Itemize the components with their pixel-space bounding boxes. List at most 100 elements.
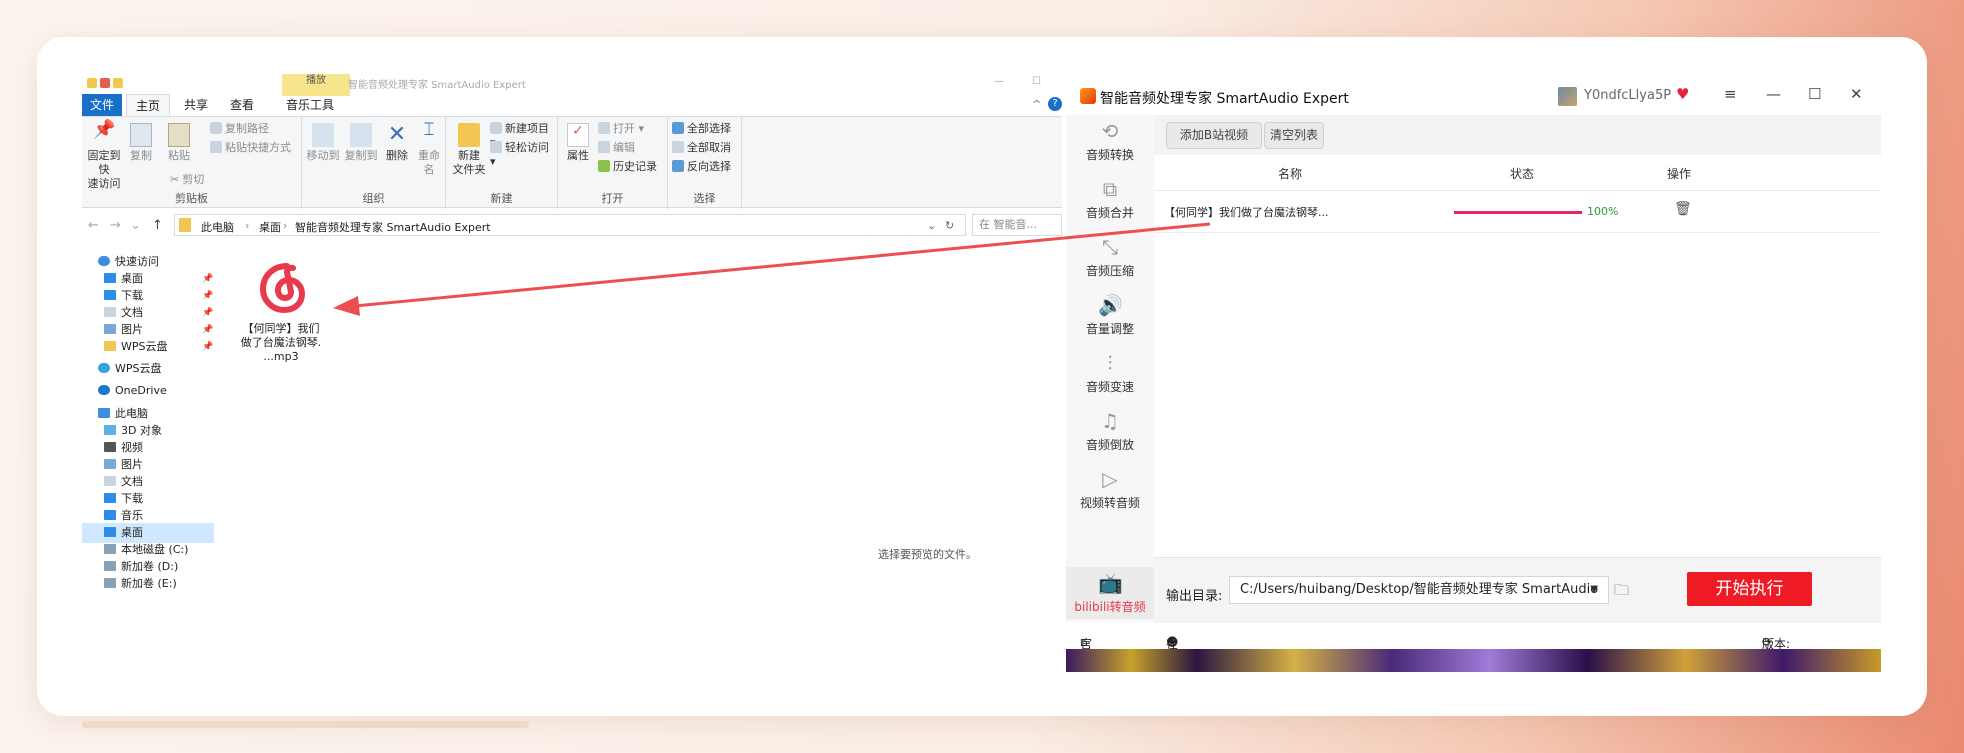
username[interactable]: Y0ndfcLlya5P bbox=[1584, 88, 1671, 103]
invert-selection-button[interactable]: 反向选择 bbox=[672, 160, 731, 174]
easy-access-button[interactable]: 轻松访问 ▾ bbox=[490, 141, 557, 169]
edit-button[interactable]: 编辑 bbox=[598, 141, 635, 155]
breadcrumb-separator-icon: › bbox=[283, 219, 288, 232]
up-icon[interactable]: ↑ bbox=[152, 218, 163, 233]
start-button[interactable]: 开始执行 bbox=[1687, 572, 1812, 606]
sidebar-label: bilibili转音频 bbox=[1074, 600, 1146, 614]
vip-heart-icon[interactable]: ♥ bbox=[1676, 85, 1689, 103]
paste-shortcut-button[interactable]: 粘贴快捷方式 bbox=[210, 141, 291, 155]
open-label: 打开 bbox=[613, 122, 635, 135]
delete-button[interactable]: ✕ 删除 bbox=[384, 123, 410, 163]
recent-chevron-icon[interactable]: ⌄ bbox=[130, 218, 141, 233]
video-icon bbox=[104, 442, 116, 452]
menu-icon[interactable]: ≡ bbox=[1724, 85, 1737, 103]
address-bar[interactable]: 此电脑 › 桌面 › 智能音频处理专家 SmartAudio Expert ⌄ … bbox=[174, 214, 966, 236]
group-label-new: 新建 bbox=[490, 192, 513, 205]
table-header: 名称 状态 操作 bbox=[1154, 155, 1881, 191]
rename-button[interactable]: ⌶ 重命名 bbox=[414, 119, 444, 177]
copy-to-label: 复制到 bbox=[344, 149, 378, 162]
maximize-icon[interactable]: ☐ bbox=[1808, 85, 1821, 103]
tab-file[interactable]: 文件 bbox=[82, 94, 122, 116]
select-all-button[interactable]: 全部选择 bbox=[672, 122, 731, 136]
back-icon[interactable]: ← bbox=[88, 218, 99, 233]
chevron-up-icon[interactable]: ^ bbox=[1032, 98, 1041, 111]
sidebar-item-volume[interactable]: 🔊 音量调整 bbox=[1066, 289, 1154, 347]
sidebar-label: 音频压缩 bbox=[1085, 264, 1134, 278]
pin-button[interactable]: 📌 固定到快 速访问 bbox=[84, 121, 124, 191]
rename-icon: ⌶ bbox=[423, 119, 435, 140]
minimize-icon[interactable]: — bbox=[994, 76, 1004, 87]
new-folder-button[interactable]: 新建 文件夹 bbox=[452, 123, 486, 177]
sidebar-item-compress[interactable]: ⤡ 音频压缩 bbox=[1066, 231, 1154, 289]
ribbon-tabs: 文件 主页 共享 查看 音乐工具 ^ ? bbox=[82, 94, 1062, 116]
ribbon-group-organize: 移动到 复制到 ✕ 删除 ⌶ 重命名 组织 bbox=[302, 117, 446, 209]
copy-path-icon bbox=[210, 122, 222, 134]
sidebar-item-convert[interactable]: ⟲ 音频转换 bbox=[1066, 115, 1154, 173]
sidebar-item-speed[interactable]: ⫶ 音频变速 bbox=[1066, 347, 1154, 405]
nav-wps-cloud-pinned[interactable]: WPS云盘 📌 bbox=[82, 337, 214, 357]
breadcrumb-folder[interactable]: 智能音频处理专家 SmartAudio Expert bbox=[295, 219, 491, 235]
nav-onedrive[interactable]: OneDrive bbox=[82, 381, 214, 401]
trash-icon[interactable]: 🗑 bbox=[1674, 201, 1692, 217]
ribbon-group-clipboard: 📌 固定到快 速访问 复制 粘贴 复制路径 粘贴快捷方式 ✂ 剪切 剪贴板 bbox=[82, 117, 302, 209]
pin-icon[interactable]: 📌 bbox=[202, 337, 213, 357]
clear-list-button[interactable]: 清空列表 bbox=[1264, 122, 1324, 149]
scissors-icon: ✂ bbox=[170, 173, 180, 186]
file-name-line-3: ...mp3 bbox=[263, 350, 299, 363]
tab-view[interactable]: 查看 bbox=[220, 94, 264, 116]
select-none-button[interactable]: 全部取消 bbox=[672, 141, 731, 155]
close-icon[interactable]: ✕ bbox=[1850, 85, 1863, 103]
copy-to-button[interactable]: 复制到 bbox=[344, 123, 378, 163]
mp3-file-item[interactable]: 【何同学】我们 做了台魔法钢琴. ...mp3 bbox=[229, 258, 333, 378]
nav-label: 文档 bbox=[121, 475, 143, 488]
new-folder-label: 新建 bbox=[458, 149, 480, 162]
document-icon bbox=[104, 307, 116, 317]
ribbon: 📌 固定到快 速访问 复制 粘贴 复制路径 粘贴快捷方式 ✂ 剪切 剪贴板 移动到 bbox=[82, 116, 1062, 209]
tab-home[interactable]: 主页 bbox=[126, 94, 170, 116]
output-directory-select[interactable]: C:/Users/huibang/Desktop/智能音频处理专家 SmartA… bbox=[1229, 576, 1609, 604]
avatar[interactable] bbox=[1558, 87, 1577, 106]
rename-label: 重命名 bbox=[418, 149, 440, 176]
properties-button[interactable]: ✓ 属性 bbox=[564, 123, 592, 163]
sidebar-item-merge[interactable]: ⧉ 音频合并 bbox=[1066, 173, 1154, 231]
breadcrumb-this-pc[interactable]: 此电脑 bbox=[201, 219, 234, 235]
tab-share[interactable]: 共享 bbox=[174, 94, 218, 116]
search-box[interactable]: 在 智能音... bbox=[972, 214, 1062, 236]
history-button[interactable]: 历史记录 bbox=[598, 160, 657, 174]
nav-drive-e[interactable]: 新加卷 (E:) bbox=[82, 574, 214, 594]
ad-banner[interactable] bbox=[1066, 649, 1881, 672]
help-icon[interactable]: ? bbox=[1048, 97, 1062, 111]
edit-icon bbox=[598, 141, 610, 153]
move-to-button[interactable]: 移动到 bbox=[306, 123, 340, 163]
tab-music-tools[interactable]: 音乐工具 bbox=[272, 94, 348, 116]
paste-button[interactable]: 粘贴 bbox=[164, 123, 194, 163]
nav-label: OneDrive bbox=[115, 384, 167, 397]
breadcrumb-desktop[interactable]: 桌面 bbox=[259, 219, 281, 235]
add-bilibili-video-button[interactable]: 添加B站视频 bbox=[1166, 122, 1262, 149]
group-label-open: 打开 bbox=[601, 192, 624, 205]
copy-path-button[interactable]: 复制路径 bbox=[210, 122, 269, 136]
minimize-icon[interactable]: — bbox=[1766, 85, 1781, 103]
new-folder-icon[interactable] bbox=[113, 78, 123, 88]
context-tab-play[interactable]: 播放 bbox=[282, 74, 350, 96]
copy-button[interactable]: 复制 bbox=[126, 123, 156, 163]
cut-button[interactable]: ✂ 剪切 bbox=[170, 173, 204, 187]
chevron-down-icon[interactable]: ⌄ bbox=[927, 219, 936, 232]
nav-wps-cloud[interactable]: WPS云盘 bbox=[82, 359, 214, 379]
file-name-line-1: 【何同学】我们 bbox=[242, 322, 320, 335]
check-icon: ✓ bbox=[567, 123, 589, 147]
table-row[interactable]: 【何同学】我们做了台魔法钢琴... 100% 🗑 bbox=[1154, 191, 1881, 233]
nav-label: 文档 bbox=[121, 306, 143, 319]
sidebar-item-reverse[interactable]: ♫ 音频倒放 bbox=[1066, 405, 1154, 463]
nav-label: 图片 bbox=[121, 323, 143, 336]
open-button[interactable]: 打开 ▾ bbox=[598, 122, 644, 136]
picture-icon bbox=[104, 459, 116, 469]
forward-icon[interactable]: → bbox=[110, 218, 121, 233]
sidebar-item-video-to-audio[interactable]: ▷ 视频转音频 bbox=[1066, 463, 1154, 521]
open-folder-icon[interactable]: 🗀 bbox=[1614, 580, 1629, 605]
paste-shortcut-label: 粘贴快捷方式 bbox=[225, 141, 291, 154]
properties-icon[interactable] bbox=[100, 78, 110, 88]
refresh-icon[interactable]: ↻ bbox=[945, 219, 954, 232]
sidebar-item-bilibili[interactable]: 📺 bilibili转音频 bbox=[1066, 567, 1154, 619]
maximize-icon[interactable]: ☐ bbox=[1032, 76, 1041, 87]
